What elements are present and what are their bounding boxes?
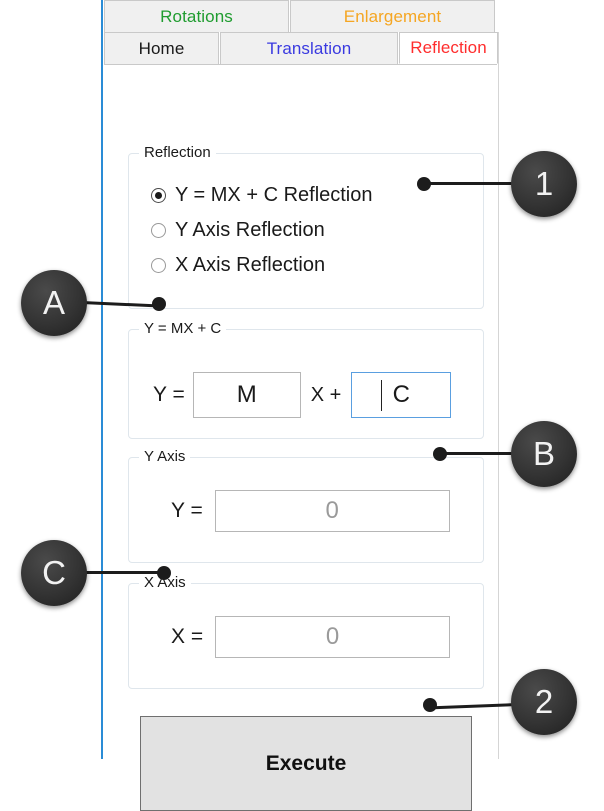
tab-page-reflection: Reflection Y = MX + C Reflection Y Axis … (104, 64, 497, 811)
callout-leader-dot (423, 698, 437, 712)
mxc-group-legend: Y = MX + C (139, 320, 227, 337)
y-axis-field-row: Y = (171, 490, 450, 532)
tab-home[interactable]: Home (104, 32, 219, 64)
y-axis-equals-label: Y = (171, 499, 203, 522)
mxc-y-equals-label: Y = (153, 383, 185, 406)
x-axis-input[interactable] (215, 616, 451, 658)
tab-translation[interactable]: Translation (220, 32, 398, 64)
radio-option-label: Y Axis Reflection (175, 218, 325, 241)
execute-button[interactable]: Execute (140, 716, 472, 811)
callout-badge-a: A (21, 270, 87, 336)
tab-row-bottom: Home Translation Reflection (104, 32, 499, 64)
callout-leader-line (440, 452, 518, 455)
y-axis-group-legend: Y Axis (139, 448, 191, 465)
mxc-field-row: Y = X + (153, 372, 452, 418)
c-input[interactable] (351, 372, 452, 418)
callout-badge-2: 2 (511, 669, 577, 735)
y-mx-c-group: Y = MX + C Y = X + (128, 320, 484, 439)
y-axis-group: Y Axis Y = (128, 448, 484, 563)
tab-enlargement[interactable]: Enlargement (290, 0, 495, 32)
c-input-wrapper (351, 372, 452, 418)
callout-leader-dot (157, 566, 171, 580)
radio-option-y-axis[interactable]: Y Axis Reflection (151, 217, 325, 243)
callout-leader-line (424, 182, 516, 185)
radio-mark-icon[interactable] (151, 257, 166, 273)
mxc-x-plus-label: X + (310, 383, 342, 406)
x-axis-group: X Axis X = (128, 574, 484, 689)
radio-mark-icon[interactable] (151, 222, 166, 238)
application-window: Rotations Enlargement Home Translation R… (101, 0, 499, 811)
radio-option-y-mx-c[interactable]: Y = MX + C Reflection (151, 182, 373, 208)
callout-leader-dot (417, 177, 431, 191)
x-axis-equals-label: X = (171, 625, 204, 648)
radio-mark-icon[interactable] (151, 187, 166, 203)
y-axis-input[interactable] (214, 490, 450, 532)
radio-option-label: Y = MX + C Reflection (175, 183, 373, 206)
m-input[interactable] (192, 372, 301, 418)
callout-badge-b: B (511, 421, 577, 487)
callout-leader-dot (152, 297, 166, 311)
reflection-options-group: Reflection Y = MX + C Reflection Y Axis … (128, 144, 484, 309)
x-axis-field-row: X = (171, 616, 451, 658)
callout-badge-c: C (21, 540, 87, 606)
radio-option-x-axis[interactable]: X Axis Reflection (151, 252, 325, 278)
radio-option-label: X Axis Reflection (175, 253, 326, 276)
tab-reflection[interactable]: Reflection (399, 32, 498, 64)
reflection-group-legend: Reflection (139, 144, 216, 161)
tab-row-top: Rotations Enlargement (104, 0, 496, 32)
text-caret-icon (381, 380, 383, 411)
callout-badge-1: 1 (511, 151, 577, 217)
callout-leader-line (82, 571, 168, 574)
callout-leader-dot (433, 447, 447, 461)
tab-rotations[interactable]: Rotations (104, 0, 289, 32)
